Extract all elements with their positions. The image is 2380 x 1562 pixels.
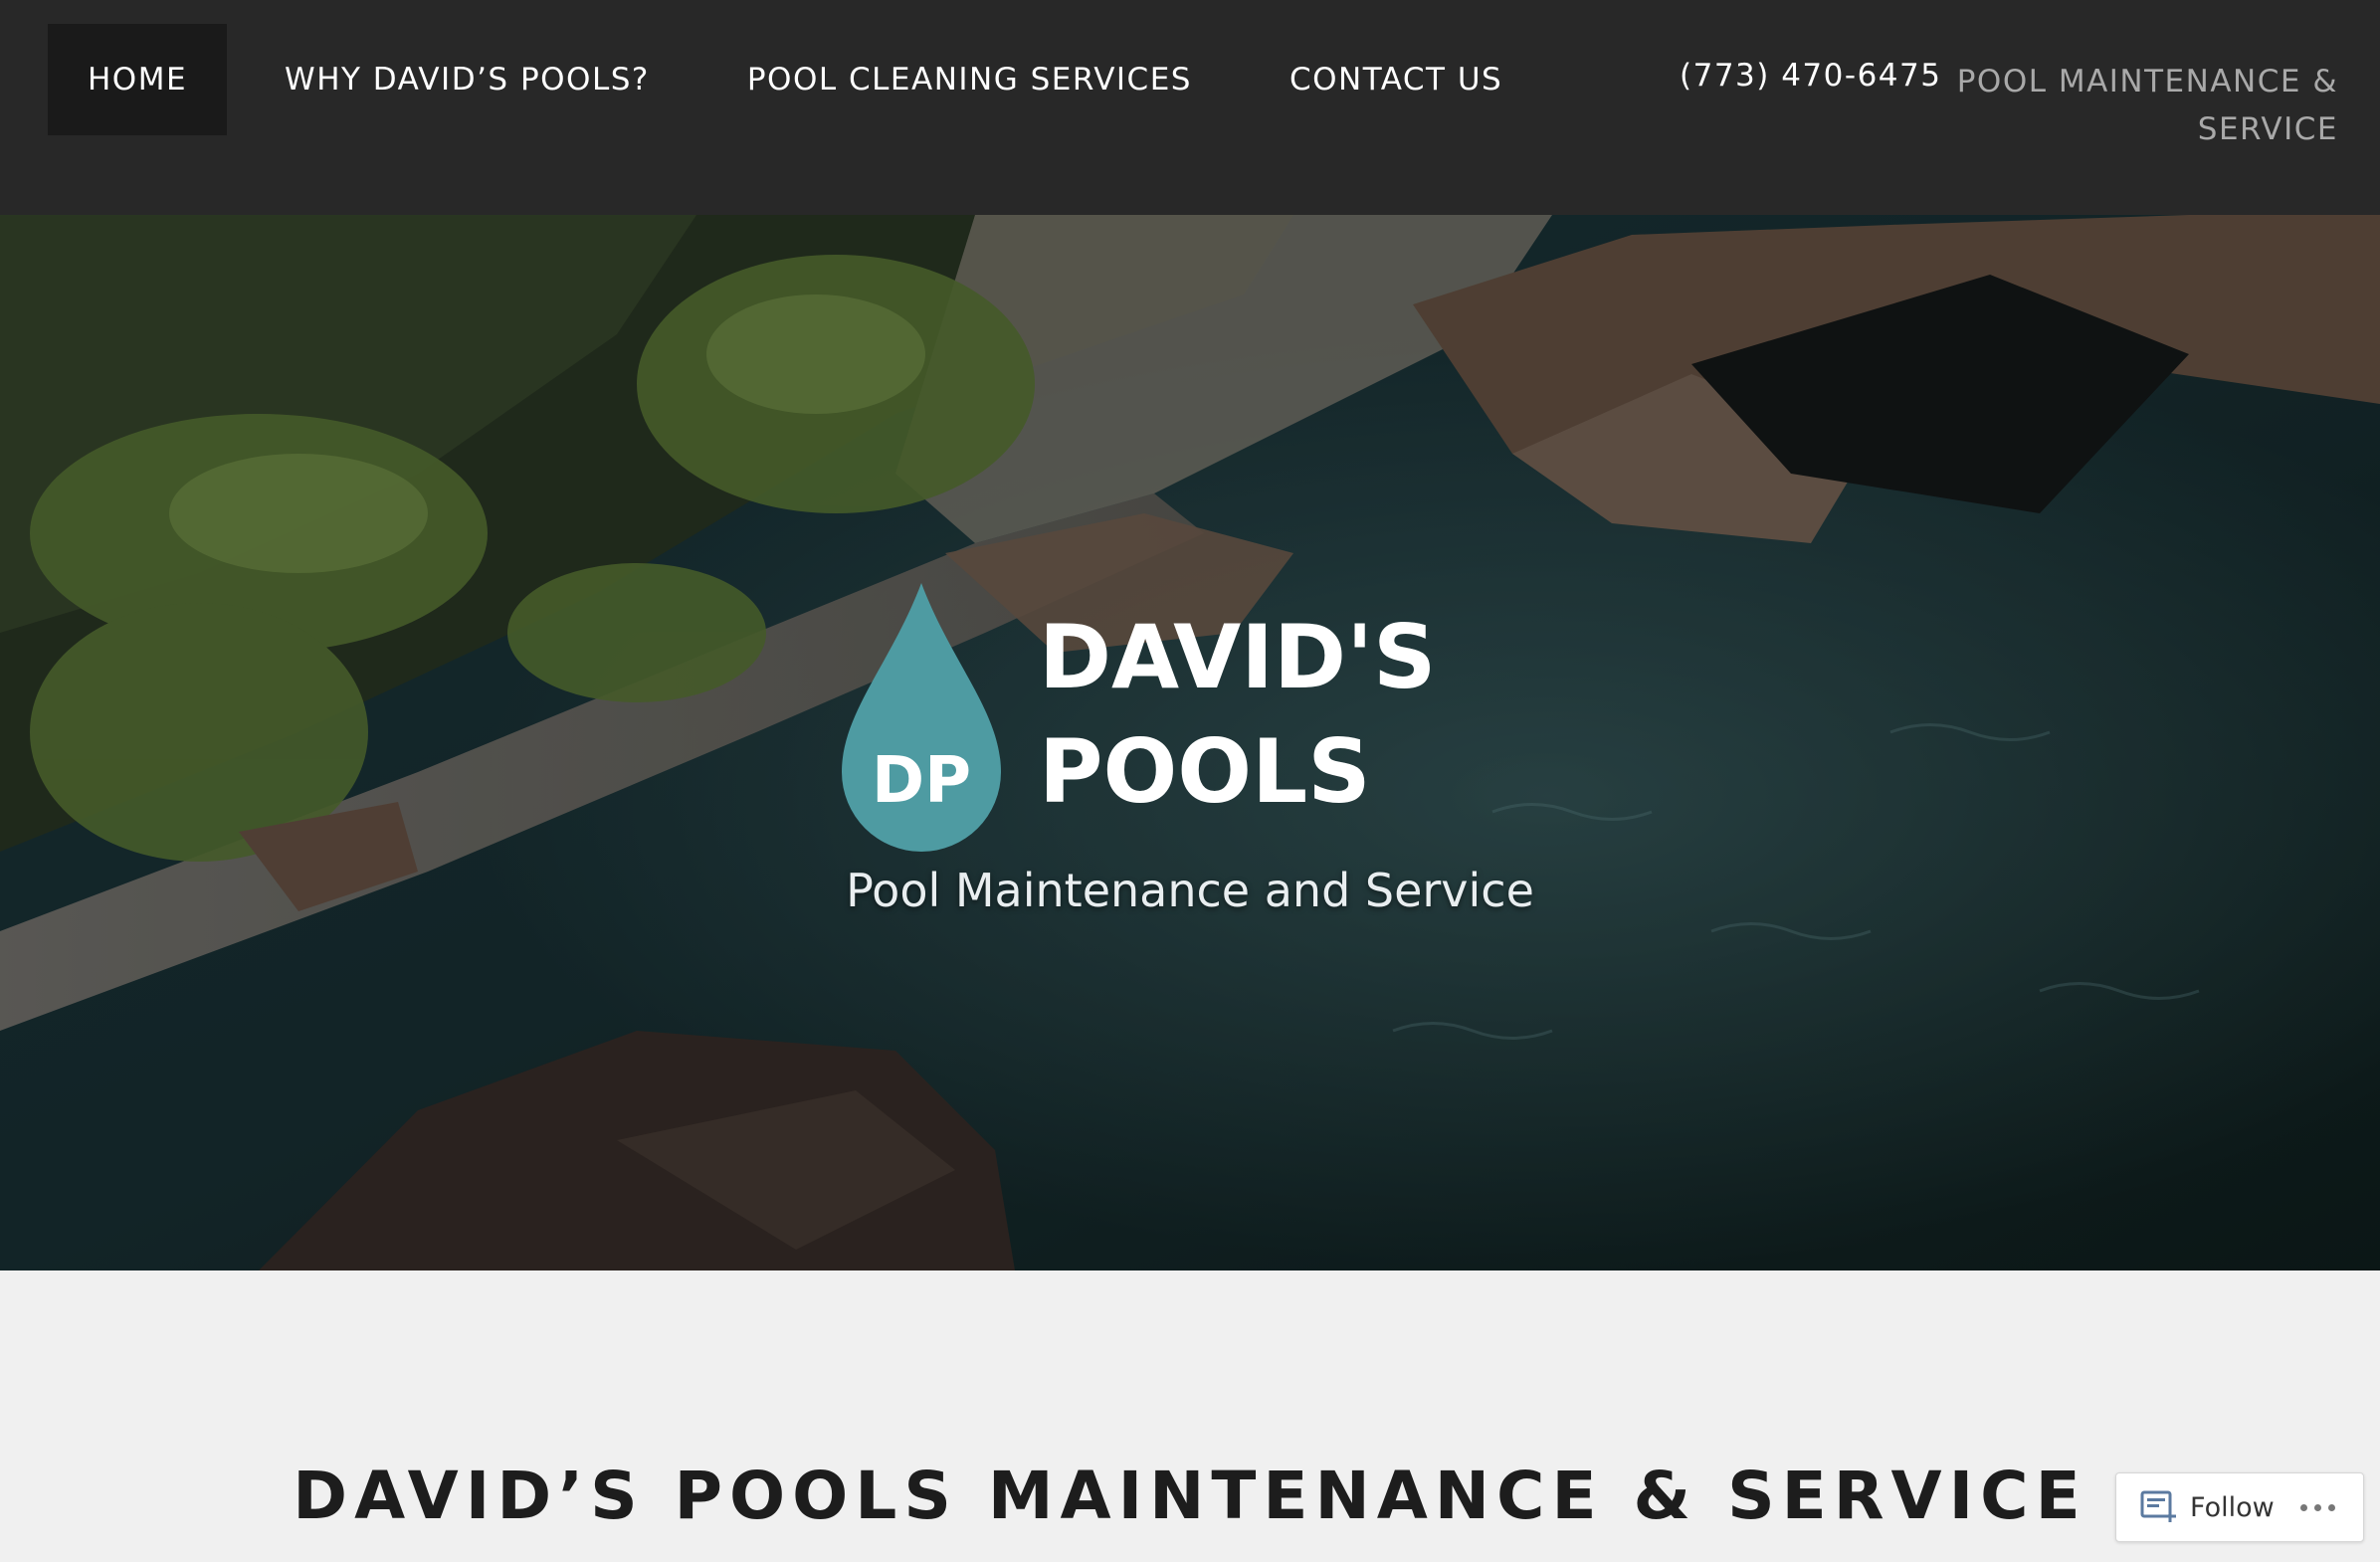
nav-item-contact-us[interactable]: CONTACT US: [1250, 24, 1542, 135]
dot: [2299, 1503, 2307, 1511]
logo-monogram: DP: [872, 744, 971, 818]
hero-banner: DP DAVID'S POOLS Pool Maintenance and Se…: [0, 215, 2380, 1270]
site-header: HOME WHY DAVID’S POOLS? POOL CLEANING SE…: [0, 0, 2380, 215]
logo-line-2: POOLS: [1039, 720, 1371, 823]
nav-item-pool-cleaning-services[interactable]: POOL CLEANING SERVICES: [707, 24, 1232, 135]
nav-item-why-davids-pools[interactable]: WHY DAVID’S POOLS?: [245, 24, 690, 135]
hero-tagline: Pool Maintenance and Service: [846, 864, 1534, 917]
dot: [2327, 1503, 2335, 1511]
follow-label: Follow: [2190, 1491, 2275, 1523]
page-title: DAVID’S POOLS MAINTENANCE & SERVICE: [293, 1458, 2087, 1534]
follow-widget: Follow: [2115, 1472, 2364, 1542]
phone-number[interactable]: (773) 470-6475: [1680, 58, 1941, 94]
follow-icon: [2140, 1490, 2176, 1522]
logo-drop-icon: DP DAVID'S POOLS: [842, 583, 1436, 852]
nav-item-home[interactable]: HOME: [48, 24, 228, 135]
site-logo[interactable]: DP DAVID'S POOLS: [832, 563, 1449, 862]
more-options-icon[interactable]: [2299, 1503, 2335, 1511]
main-nav: HOME WHY DAVID’S POOLS? POOL CLEANING SE…: [48, 24, 1550, 135]
logo-line-1: DAVID'S: [1039, 606, 1436, 708]
dot: [2313, 1503, 2321, 1511]
follow-button[interactable]: Follow: [2140, 1490, 2275, 1524]
site-tagline: POOL MAINTENANCE & SERVICE: [1956, 64, 2338, 147]
